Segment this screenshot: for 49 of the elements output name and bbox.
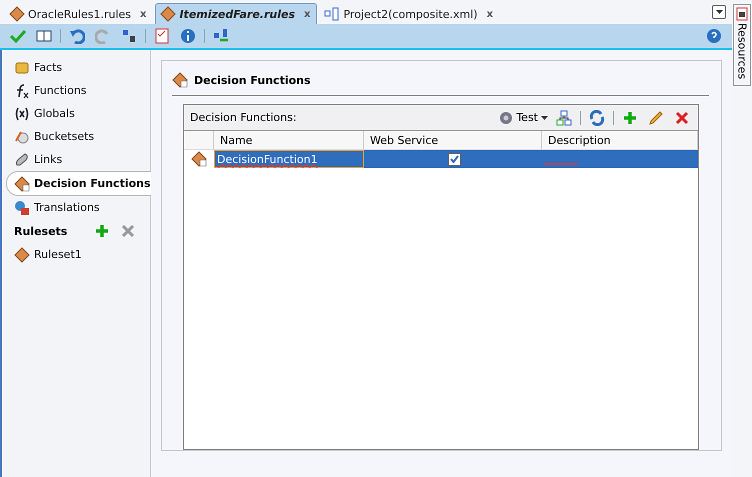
- sidebar-item[interactable]: Decision Functions: [6, 171, 151, 196]
- resources-icon: [736, 7, 748, 21]
- column-header[interactable]: Description: [542, 131, 698, 150]
- rulesets-heading: Rulesets: [14, 224, 68, 238]
- refresh-button[interactable]: [587, 108, 607, 128]
- sidebar-item[interactable]: Links: [2, 148, 150, 171]
- rules-icon: [9, 6, 25, 22]
- caret-icon: [541, 116, 548, 120]
- function-icon: [14, 82, 30, 98]
- checkbox[interactable]: [448, 152, 460, 166]
- close-icon[interactable]: x: [486, 8, 494, 20]
- spell-error-mark: [544, 163, 578, 167]
- ruleset-icon: [14, 246, 30, 262]
- caret-icon: [716, 10, 722, 14]
- add-icon: [623, 110, 637, 124]
- add-icon: [95, 224, 109, 238]
- column-header[interactable]: Web Service: [364, 131, 542, 150]
- column-header[interactable]: Name: [214, 131, 364, 150]
- editor-tab[interactable]: ItemizedFare.rules x: [155, 3, 318, 24]
- info-button[interactable]: [178, 26, 198, 46]
- tab-list-button[interactable]: [712, 5, 726, 19]
- side-panel-tab[interactable]: Resources: [733, 4, 751, 86]
- hierarchy-button[interactable]: [554, 108, 574, 128]
- editor-tab[interactable]: OracleRules1.rules x: [4, 3, 154, 24]
- help-button[interactable]: [704, 26, 724, 46]
- composite-icon: [324, 7, 340, 21]
- delete-icon: [121, 224, 135, 238]
- sidebar-item[interactable]: Facts: [2, 56, 150, 79]
- book-icon: [14, 60, 30, 76]
- decision-function-icon: [14, 176, 30, 192]
- link-icon: [14, 152, 30, 168]
- table-cell[interactable]: DecisionFunction1: [214, 150, 364, 168]
- sidebar-item[interactable]: Bucketsets: [2, 125, 150, 148]
- panel-title: Decision Functions: [194, 74, 311, 86]
- sidebar-item[interactable]: Functions: [2, 79, 150, 102]
- table-caption: Decision Functions:: [190, 111, 298, 124]
- close-icon[interactable]: x: [140, 8, 146, 20]
- ruleset-item[interactable]: Ruleset1: [2, 243, 150, 266]
- rules-icon: [160, 6, 176, 22]
- close-icon[interactable]: x: [304, 8, 310, 20]
- sidebar-item[interactable]: Translations: [2, 196, 150, 219]
- editor-tab[interactable]: Project2(composite.xml) x: [319, 3, 500, 24]
- globe-icon: [14, 200, 30, 216]
- test-button[interactable]: Test: [499, 110, 548, 124]
- decision-function-icon: [172, 72, 188, 88]
- pencil-icon: [648, 110, 664, 126]
- sidebar-item[interactable]: Globals: [2, 102, 150, 125]
- delete-icon: [675, 110, 689, 124]
- variable-icon: [14, 106, 30, 122]
